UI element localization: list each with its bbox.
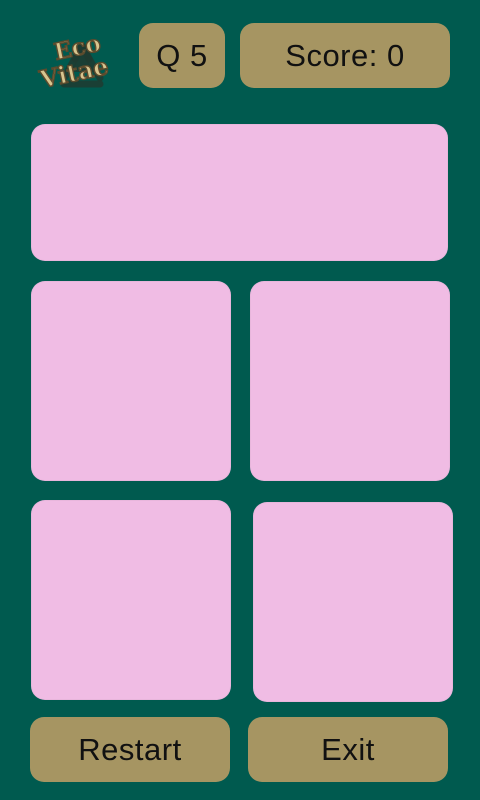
question-number-indicator: Q 5 — [139, 23, 225, 88]
score-indicator: Score: 0 — [240, 23, 450, 88]
answer-card-3[interactable] — [31, 500, 231, 700]
answer-card-1[interactable] — [31, 281, 231, 481]
restart-button-label: Restart — [78, 732, 182, 767]
answer-card-2[interactable] — [250, 281, 450, 481]
question-card — [31, 124, 448, 261]
exit-button-label: Exit — [321, 732, 375, 767]
question-number-label: Q 5 — [156, 38, 208, 73]
score-label: Score: 0 — [285, 38, 405, 73]
logo-text-vitae: Vitae — [36, 51, 111, 94]
answer-card-4[interactable] — [253, 502, 453, 702]
app-logo: Eco Vitae — [32, 26, 132, 106]
exit-button[interactable]: Exit — [248, 717, 448, 782]
restart-button[interactable]: Restart — [30, 717, 230, 782]
